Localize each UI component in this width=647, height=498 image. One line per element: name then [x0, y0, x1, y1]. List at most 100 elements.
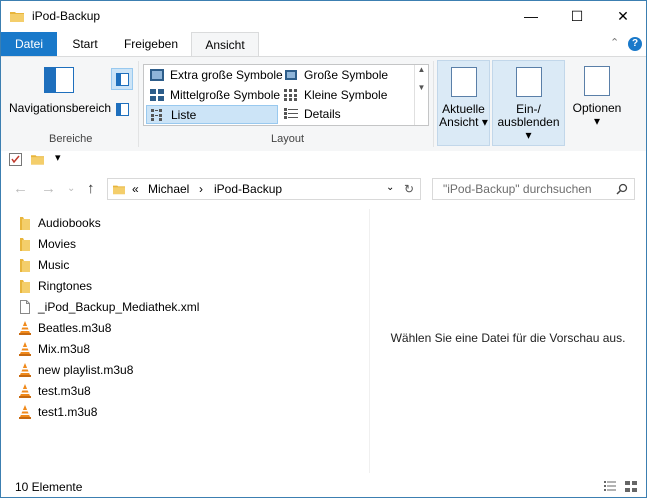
layout-option-label: Details — [304, 107, 341, 121]
title-bar: iPod-Backup — ☐ ✕ — [1, 1, 646, 32]
close-button[interactable]: ✕ — [600, 1, 646, 32]
group-label-layout: Layout — [271, 133, 305, 145]
breadcrumb-separator: › — [199, 182, 203, 196]
layout-gallery-scroll[interactable]: ▲ ▼ — [414, 65, 428, 125]
customize-qat-icon[interactable]: ▾ — [55, 151, 61, 164]
layout-list[interactable]: Liste — [146, 105, 278, 124]
medium-icons-icon — [150, 89, 164, 101]
address-row: ← → ⌄ ↑ « Michael › iPod-Backup ⌄ ↻ "iPo… — [1, 174, 646, 204]
details-view-icon — [284, 108, 298, 119]
layout-option-label: Kleine Symbole — [304, 88, 388, 102]
layout-option-label: Extra große Symbole — [170, 68, 283, 82]
layout-gallery: Extra große Symbole Große Symbole Mittel… — [143, 64, 429, 126]
options-button[interactable]: Optionen ▾ — [568, 60, 626, 146]
up-arrow-icon[interactable]: ↑ — [87, 180, 95, 197]
preview-pane-message: Wählen Sie eine Datei für die Vorschau a… — [390, 331, 626, 345]
layout-small-icons[interactable]: Kleine Symbole — [280, 86, 387, 105]
minimize-button[interactable]: — — [508, 1, 554, 32]
file-name: test1.m3u8 — [38, 405, 98, 419]
item-count: 10 Elemente — [15, 480, 83, 494]
list-view-icon — [151, 109, 162, 121]
help-icon[interactable]: ? — [628, 37, 642, 51]
folder-icon — [20, 238, 30, 251]
layout-large-icons[interactable]: Große Symbole — [280, 66, 388, 85]
layout-option-label: Große Symbole — [304, 68, 389, 82]
layout-extra-large-icons[interactable]: Extra große Symbole — [146, 66, 283, 85]
file-name: Audiobooks — [38, 216, 101, 230]
window-title: iPod-Backup — [32, 9, 101, 23]
details-pane-icon — [116, 103, 129, 116]
address-dropdown-icon[interactable]: ⌄ — [386, 182, 394, 193]
tab-start[interactable]: Start — [59, 32, 111, 56]
file-name: Music — [38, 258, 70, 272]
forward-arrow-icon[interactable]: → — [41, 180, 56, 197]
current-view-icon — [450, 67, 477, 97]
vlc-cone-icon — [19, 405, 31, 419]
list-item[interactable]: test.m3u8 — [18, 381, 91, 401]
breadcrumb-ipod-backup[interactable]: iPod-Backup — [214, 182, 282, 196]
folder-icon — [20, 280, 30, 293]
maximize-button[interactable]: ☐ — [554, 1, 600, 32]
large-icons-icon — [285, 70, 297, 80]
show-hide-icon — [515, 67, 542, 97]
search-icon[interactable] — [616, 183, 628, 195]
tab-ansicht[interactable]: Ansicht — [191, 32, 259, 57]
search-placeholder: "iPod-Backup" durchsuchen — [443, 182, 592, 196]
file-name: test.m3u8 — [38, 384, 91, 398]
collapse-ribbon-icon[interactable]: ⌃ — [610, 36, 619, 49]
explorer-window: iPod-Backup — ☐ ✕ Datei Start Freigeben … — [0, 0, 647, 498]
folder-icon — [10, 12, 24, 22]
file-name: Beatles.m3u8 — [38, 321, 112, 335]
address-bar[interactable]: « Michael › iPod-Backup ⌄ ↻ — [107, 178, 421, 200]
list-item[interactable]: Music — [18, 255, 69, 275]
navigation-pane-icon — [44, 67, 74, 93]
current-view-label-2: Ansicht ▾ — [439, 115, 488, 129]
show-hide-button[interactable]: Ein-/ ausblenden ▾ — [492, 60, 565, 146]
large-icons-toggle-icon[interactable] — [625, 481, 637, 492]
tab-datei[interactable]: Datei — [1, 32, 57, 56]
ribbon-tabs: Datei Start Freigeben Ansicht ⌃ ? — [1, 32, 646, 57]
layout-details[interactable]: Details — [280, 105, 341, 124]
file-list: Audiobooks Movies Music Ringtones _iPod_… — [1, 209, 369, 473]
document-icon — [20, 300, 30, 314]
details-view-toggle-icon[interactable] — [604, 481, 616, 492]
refresh-icon[interactable]: ↻ — [404, 182, 414, 196]
list-item[interactable]: Beatles.m3u8 — [18, 318, 111, 338]
new-folder-icon[interactable] — [31, 153, 44, 165]
layout-medium-icons[interactable]: Mittelgroße Symbole — [146, 86, 280, 105]
preview-pane-icon — [116, 73, 129, 86]
vlc-cone-icon — [19, 384, 31, 398]
ribbon-panel: Navigationsbereich Bereiche Extra große … — [1, 56, 646, 153]
list-item[interactable]: Mix.m3u8 — [18, 339, 90, 359]
breadcrumb-michael[interactable]: Michael — [148, 182, 189, 196]
preview-pane-button[interactable] — [111, 68, 133, 90]
options-dropdown-icon: ▾ — [593, 114, 601, 128]
search-input[interactable]: "iPod-Backup" durchsuchen — [432, 178, 635, 200]
breadcrumb-overflow[interactable]: « — [132, 182, 139, 196]
file-name: new playlist.m3u8 — [38, 363, 134, 377]
options-icon — [584, 66, 610, 96]
list-item[interactable]: test1.m3u8 — [18, 402, 97, 422]
group-separator — [138, 61, 139, 147]
vlc-cone-icon — [19, 342, 31, 356]
folder-icon — [20, 217, 30, 230]
tab-freigeben[interactable]: Freigeben — [113, 32, 189, 56]
folder-icon — [113, 185, 125, 195]
list-item[interactable]: _iPod_Backup_Mediathek.xml — [18, 297, 199, 317]
recent-locations-icon[interactable]: ⌄ — [67, 183, 75, 194]
back-arrow-icon[interactable]: ← — [13, 180, 28, 197]
list-item[interactable]: Audiobooks — [18, 213, 101, 233]
list-item[interactable]: Movies — [18, 234, 76, 254]
details-pane-button[interactable] — [112, 99, 132, 119]
navigation-pane-label: Navigationsbereich — [9, 101, 112, 115]
current-view-button[interactable]: Aktuelle Ansicht ▾ — [437, 60, 490, 146]
small-icons-icon — [284, 89, 297, 101]
navigation-pane-button[interactable]: Navigationsbereich — [9, 67, 112, 125]
layout-option-label: Liste — [171, 108, 197, 122]
group-separator — [433, 61, 434, 147]
show-hide-label-2: ausblenden ▾ — [497, 115, 560, 142]
list-item[interactable]: new playlist.m3u8 — [18, 360, 133, 380]
list-item[interactable]: Ringtones — [18, 276, 92, 296]
extra-large-icons-icon — [150, 69, 164, 81]
properties-icon[interactable] — [9, 153, 22, 166]
